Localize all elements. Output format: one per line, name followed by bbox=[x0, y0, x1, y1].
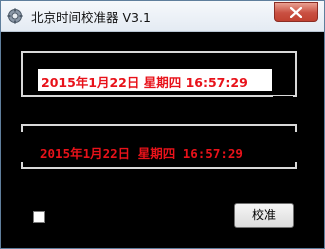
title-bar[interactable]: 北京时间校准器 V3.1 bbox=[1, 1, 324, 32]
window-title: 北京时间校准器 V3.1 bbox=[31, 10, 151, 25]
close-button[interactable] bbox=[274, 2, 318, 22]
time-display-primary: 2015年1月22日 星期四 16:57:29 bbox=[38, 69, 272, 91]
option-checkbox[interactable] bbox=[33, 211, 45, 223]
frame-gap bbox=[291, 132, 301, 162]
app-window: 北京时间校准器 V3.1 2015年1月22日 星期四 16:57:29 201… bbox=[0, 0, 325, 249]
calibrate-button[interactable]: 校准 bbox=[234, 203, 294, 228]
frame-gap bbox=[15, 132, 25, 162]
frame-gap bbox=[273, 96, 293, 100]
client-area: 2015年1月22日 星期四 16:57:29 2015年1月22日 星期四 1… bbox=[1, 32, 324, 248]
gear-icon[interactable] bbox=[7, 8, 23, 24]
close-icon bbox=[290, 7, 302, 18]
time-text-primary: 2015年1月22日 星期四 16:57:29 bbox=[41, 75, 248, 90]
time-text-secondary: 2015年1月22日 星期四 16:57:29 bbox=[40, 146, 243, 161]
